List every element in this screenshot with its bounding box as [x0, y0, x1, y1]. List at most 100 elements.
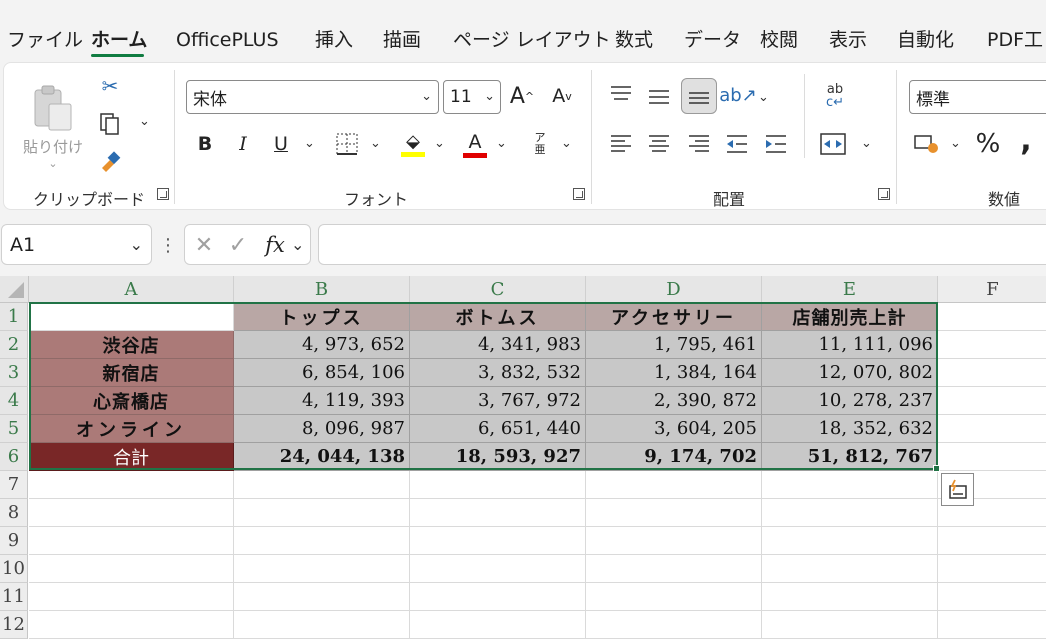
total-cell[interactable]: 51, 812, 767: [762, 443, 938, 471]
store-cell-shinsaibashi[interactable]: 心斎橋店: [29, 387, 234, 415]
formula-input[interactable]: [318, 224, 1046, 265]
menu-file[interactable]: ファイル: [7, 27, 83, 53]
menu-page-layout[interactable]: ページ レイアウト: [453, 27, 611, 53]
alignment-launcher-icon[interactable]: [878, 188, 890, 200]
increase-font-size-icon[interactable]: A ^: [507, 80, 537, 112]
bold-button[interactable]: B: [192, 130, 218, 158]
name-box[interactable]: A1 ⌄: [1, 224, 152, 265]
align-right-icon[interactable]: [685, 130, 713, 158]
value-cell[interactable]: 1, 795, 461: [586, 331, 762, 359]
value-cell[interactable]: 12, 070, 802: [762, 359, 938, 387]
store-cell-shibuya[interactable]: 渋谷店: [29, 331, 234, 359]
worksheet-grid[interactable]: A B C D E F 1 2 3 4 5 6 7 8 9 10 11 12 ト…: [0, 276, 1046, 639]
copy-icon[interactable]: [96, 110, 124, 138]
chevron-down-icon[interactable]: ⌄: [434, 136, 445, 151]
borders-icon[interactable]: [333, 130, 361, 158]
value-cell[interactable]: 4, 119, 393: [234, 387, 410, 415]
total-cell[interactable]: 24, 044, 138: [234, 443, 410, 471]
insert-function-icon[interactable]: fx: [261, 230, 289, 260]
header-cell-tops[interactable]: トップス: [234, 303, 410, 331]
value-cell[interactable]: 10, 278, 237: [762, 387, 938, 415]
wrap-text-icon[interactable]: ab c↵: [820, 80, 850, 112]
menu-officeplus[interactable]: OfficePLUS: [176, 27, 279, 53]
menu-automate[interactable]: 自動化: [897, 27, 954, 53]
total-label-cell[interactable]: 合計: [29, 443, 234, 471]
value-cell[interactable]: 1, 384, 164: [586, 359, 762, 387]
chevron-down-icon[interactable]: ⌄: [139, 114, 150, 129]
row-header-6[interactable]: 6: [0, 443, 28, 471]
value-cell[interactable]: 4, 973, 652: [234, 331, 410, 359]
accounting-format-icon[interactable]: [912, 130, 942, 158]
enter-icon[interactable]: ✓: [225, 231, 251, 259]
value-cell[interactable]: 6, 854, 106: [234, 359, 410, 387]
menu-insert[interactable]: 挿入: [315, 27, 353, 53]
underline-button[interactable]: U: [268, 130, 294, 158]
row-header-10[interactable]: 10: [0, 555, 28, 583]
chevron-down-icon[interactable]: ⌄: [950, 136, 961, 151]
align-middle-icon[interactable]: [645, 82, 673, 110]
chevron-down-icon[interactable]: ⌄: [496, 136, 507, 151]
column-header-b[interactable]: B: [234, 276, 410, 303]
chevron-down-icon[interactable]: ⌄: [291, 235, 304, 254]
row-header-2[interactable]: 2: [0, 331, 28, 359]
menu-data[interactable]: データ: [684, 27, 741, 53]
value-cell[interactable]: 3, 604, 205: [586, 415, 762, 443]
column-header-d[interactable]: D: [586, 276, 762, 303]
total-cell[interactable]: 9, 174, 702: [586, 443, 762, 471]
value-cell[interactable]: 2, 390, 872: [586, 387, 762, 415]
header-cell-store-total[interactable]: 店舗別売上計: [762, 303, 938, 331]
row-header-3[interactable]: 3: [0, 359, 28, 387]
store-cell-online[interactable]: オンライン: [29, 415, 234, 443]
cancel-icon[interactable]: ✕: [191, 231, 217, 259]
menu-draw[interactable]: 描画: [383, 27, 421, 53]
comma-style-button[interactable]: ,: [1014, 123, 1038, 158]
column-header-e[interactable]: E: [762, 276, 938, 303]
value-cell[interactable]: 18, 352, 632: [762, 415, 938, 443]
percent-style-button[interactable]: %: [973, 128, 1003, 160]
quick-analysis-button[interactable]: [941, 473, 974, 506]
value-cell[interactable]: 6, 651, 440: [410, 415, 586, 443]
merge-center-icon[interactable]: [818, 130, 848, 158]
row-header-8[interactable]: 8: [0, 499, 28, 527]
align-bottom-icon[interactable]: [681, 78, 717, 114]
value-cell[interactable]: 4, 341, 983: [410, 331, 586, 359]
header-cell-bottoms[interactable]: ボトムス: [410, 303, 586, 331]
row-header-12[interactable]: 12: [0, 611, 28, 639]
chevron-down-icon[interactable]: ⌄: [758, 90, 769, 105]
font-size-dropdown[interactable]: 11 ⌄: [443, 80, 501, 114]
chevron-down-icon[interactable]: ⌄: [561, 136, 572, 151]
value-cell[interactable]: 11, 111, 096: [762, 331, 938, 359]
font-launcher-icon[interactable]: [573, 188, 585, 200]
row-header-7[interactable]: 7: [0, 471, 28, 499]
paste-button[interactable]: 貼り付け ⌄: [22, 72, 84, 182]
more-options-icon[interactable]: ⋮: [159, 232, 177, 258]
decrease-font-size-icon[interactable]: Av: [547, 80, 577, 112]
column-header-a[interactable]: A: [29, 276, 234, 303]
chevron-down-icon[interactable]: ⌄: [304, 136, 315, 151]
align-left-icon[interactable]: [607, 130, 635, 158]
format-painter-icon[interactable]: [96, 148, 124, 176]
cell-a1[interactable]: [29, 303, 234, 331]
chevron-down-icon[interactable]: ⌄: [370, 136, 381, 151]
row-header-5[interactable]: 5: [0, 415, 28, 443]
number-format-dropdown[interactable]: 標準: [909, 80, 1046, 114]
row-header-4[interactable]: 4: [0, 387, 28, 415]
total-cell[interactable]: 18, 593, 927: [410, 443, 586, 471]
align-center-icon[interactable]: [645, 130, 673, 158]
column-header-c[interactable]: C: [410, 276, 586, 303]
orientation-icon[interactable]: ab↗: [719, 80, 757, 110]
value-cell[interactable]: 3, 767, 972: [410, 387, 586, 415]
menu-pdf[interactable]: PDF工: [987, 27, 1043, 53]
value-cell[interactable]: 3, 832, 532: [410, 359, 586, 387]
increase-indent-icon[interactable]: [762, 130, 790, 158]
italic-button[interactable]: I: [230, 130, 256, 158]
font-name-dropdown[interactable]: 宋体 ⌄: [186, 80, 439, 114]
phonetic-guide-icon[interactable]: ア亜: [526, 128, 554, 160]
header-cell-accessories[interactable]: アクセサリー: [586, 303, 762, 331]
chevron-down-icon[interactable]: ⌄: [861, 136, 872, 151]
value-cell[interactable]: 8, 096, 987: [234, 415, 410, 443]
row-header-9[interactable]: 9: [0, 527, 28, 555]
cut-icon[interactable]: ✂: [96, 72, 124, 100]
font-color-icon[interactable]: A: [460, 128, 490, 160]
menu-view[interactable]: 表示: [829, 27, 867, 53]
